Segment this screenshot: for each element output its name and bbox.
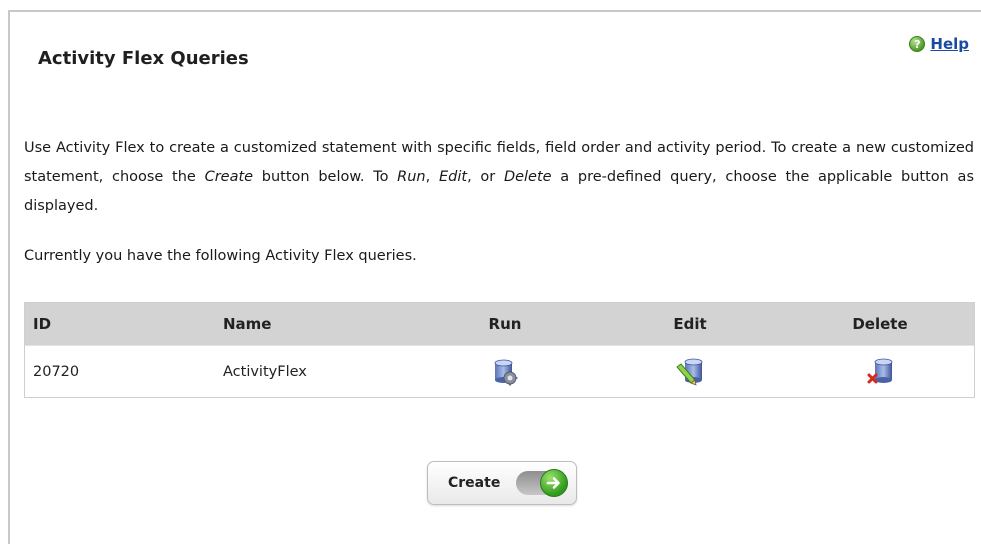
edit-button[interactable] (665, 357, 715, 387)
table-row: 20720 ActivityFlex (25, 345, 974, 398)
description-create-word: Create (204, 169, 254, 185)
description-sep2: , or (467, 169, 504, 185)
header-delete: Delete (852, 315, 908, 333)
description-edit-word: Edit (438, 169, 468, 185)
header-id: ID (33, 315, 52, 333)
cell-name: ActivityFlex (223, 364, 307, 380)
help-icon[interactable]: ? (909, 36, 926, 52)
cell-id: 20720 (33, 364, 80, 380)
create-toggle[interactable] (516, 469, 568, 497)
delete-button[interactable] (845, 357, 915, 387)
description-part2: button below. To (253, 169, 398, 185)
edit-query-icon[interactable] (674, 357, 706, 387)
queries-table: ID Name Run Edit Delete 20720 ActivityFl… (24, 302, 975, 398)
description-sep1: , (425, 169, 439, 185)
delete-query-icon[interactable] (864, 357, 896, 387)
queries-intro-text: Currently you have the following Activit… (24, 248, 417, 264)
header-name: Name (223, 315, 272, 333)
description-run-word: Run (397, 169, 426, 185)
run-button[interactable] (480, 357, 530, 387)
run-query-icon[interactable] (490, 357, 520, 387)
create-button-label[interactable]: Create (448, 475, 500, 491)
create-button[interactable]: Create (427, 461, 577, 505)
page-title: Activity Flex Queries (38, 48, 249, 69)
header-run: Run (488, 315, 522, 333)
help-link-container[interactable]: ? Help (909, 35, 969, 53)
help-link[interactable]: Help (930, 35, 969, 53)
table-header-row: ID Name Run Edit Delete (25, 303, 974, 345)
description-delete-word: Delete (503, 169, 552, 185)
description-text: Use Activity Flex to create a customized… (24, 134, 974, 221)
header-edit: Edit (673, 315, 707, 333)
arrow-right-icon[interactable] (540, 469, 568, 497)
